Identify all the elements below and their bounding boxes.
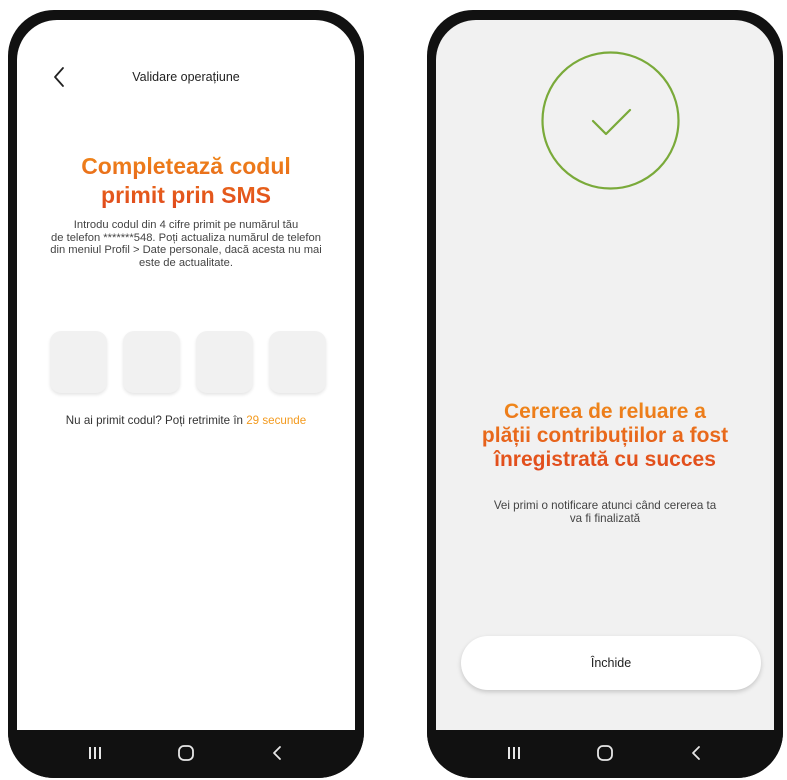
- success-headline-line3: înregistrată cu succes: [494, 448, 716, 471]
- home-button[interactable]: [171, 740, 201, 766]
- recent-apps-button[interactable]: [80, 740, 110, 766]
- otp-screen: Validare operațiune Completează codul pr…: [17, 20, 355, 730]
- otp-headline: Completează codul primit prin SMS: [37, 152, 335, 210]
- phone-otp: Validare operațiune Completează codul pr…: [8, 10, 364, 778]
- home-button[interactable]: [590, 740, 620, 766]
- checkmark-circle-icon: [541, 51, 680, 190]
- recent-apps-icon: [89, 747, 101, 759]
- otp-digit-1[interactable]: [50, 331, 107, 393]
- phone-success: Cererea de reluare a plății contribuțiil…: [427, 10, 783, 778]
- back-chevron-icon: [692, 746, 700, 760]
- system-back-button[interactable]: [681, 740, 711, 766]
- success-indicator: [540, 50, 681, 191]
- system-nav-bar: [427, 730, 783, 778]
- system-nav-bar: [8, 730, 364, 778]
- resend-text: Nu ai primit codul? Poți retrimite în: [65, 414, 243, 427]
- otp-description: Introdu codul din 4 cifre primit pe numă…: [31, 219, 341, 269]
- back-chevron-icon: [273, 746, 281, 760]
- resend-countdown[interactable]: 29 secunde: [246, 414, 306, 427]
- home-icon: [597, 745, 613, 761]
- success-headline: Cererea de reluare a plății contribuțiil…: [448, 400, 762, 472]
- otp-digit-3[interactable]: [196, 331, 253, 393]
- resend-info: Nu ai primit codul? Poți retrimite în 29…: [17, 414, 355, 427]
- success-description-line1: Vei primi o notificare atunci când cerer…: [493, 499, 717, 512]
- recent-apps-icon: [508, 747, 520, 759]
- page-title: Validare operațiune: [132, 70, 240, 84]
- close-button[interactable]: Închide: [461, 636, 761, 690]
- success-headline-line2: plății contribuțiilor a fost: [481, 424, 729, 447]
- success-description: Vei primi o notificare atunci când cerer…: [446, 499, 764, 525]
- otp-description-line: din meniul Profil > Date personale, dacă…: [50, 244, 322, 257]
- success-description-line2: va fi finalizată: [569, 512, 641, 525]
- success-headline-line1: Cererea de reluare a: [504, 400, 706, 423]
- otp-headline-line1: Completează codul: [81, 153, 291, 179]
- otp-digit-2[interactable]: [123, 331, 180, 393]
- recent-apps-button[interactable]: [499, 740, 529, 766]
- system-back-button[interactable]: [262, 740, 292, 766]
- otp-description-line: de telefon *******548. Poți actualiza nu…: [51, 231, 321, 244]
- otp-digit-4[interactable]: [269, 331, 326, 393]
- home-icon: [178, 745, 194, 761]
- otp-description-line: este de actualitate.: [139, 256, 233, 269]
- otp-headline-line2: primit prin SMS: [101, 182, 271, 208]
- success-screen: Cererea de reluare a plății contribuțiil…: [436, 20, 774, 730]
- otp-input-group: [50, 331, 326, 393]
- stage: Validare operațiune Completează codul pr…: [0, 0, 787, 780]
- otp-description-line: Introdu codul din 4 cifre primit pe numă…: [73, 219, 299, 231]
